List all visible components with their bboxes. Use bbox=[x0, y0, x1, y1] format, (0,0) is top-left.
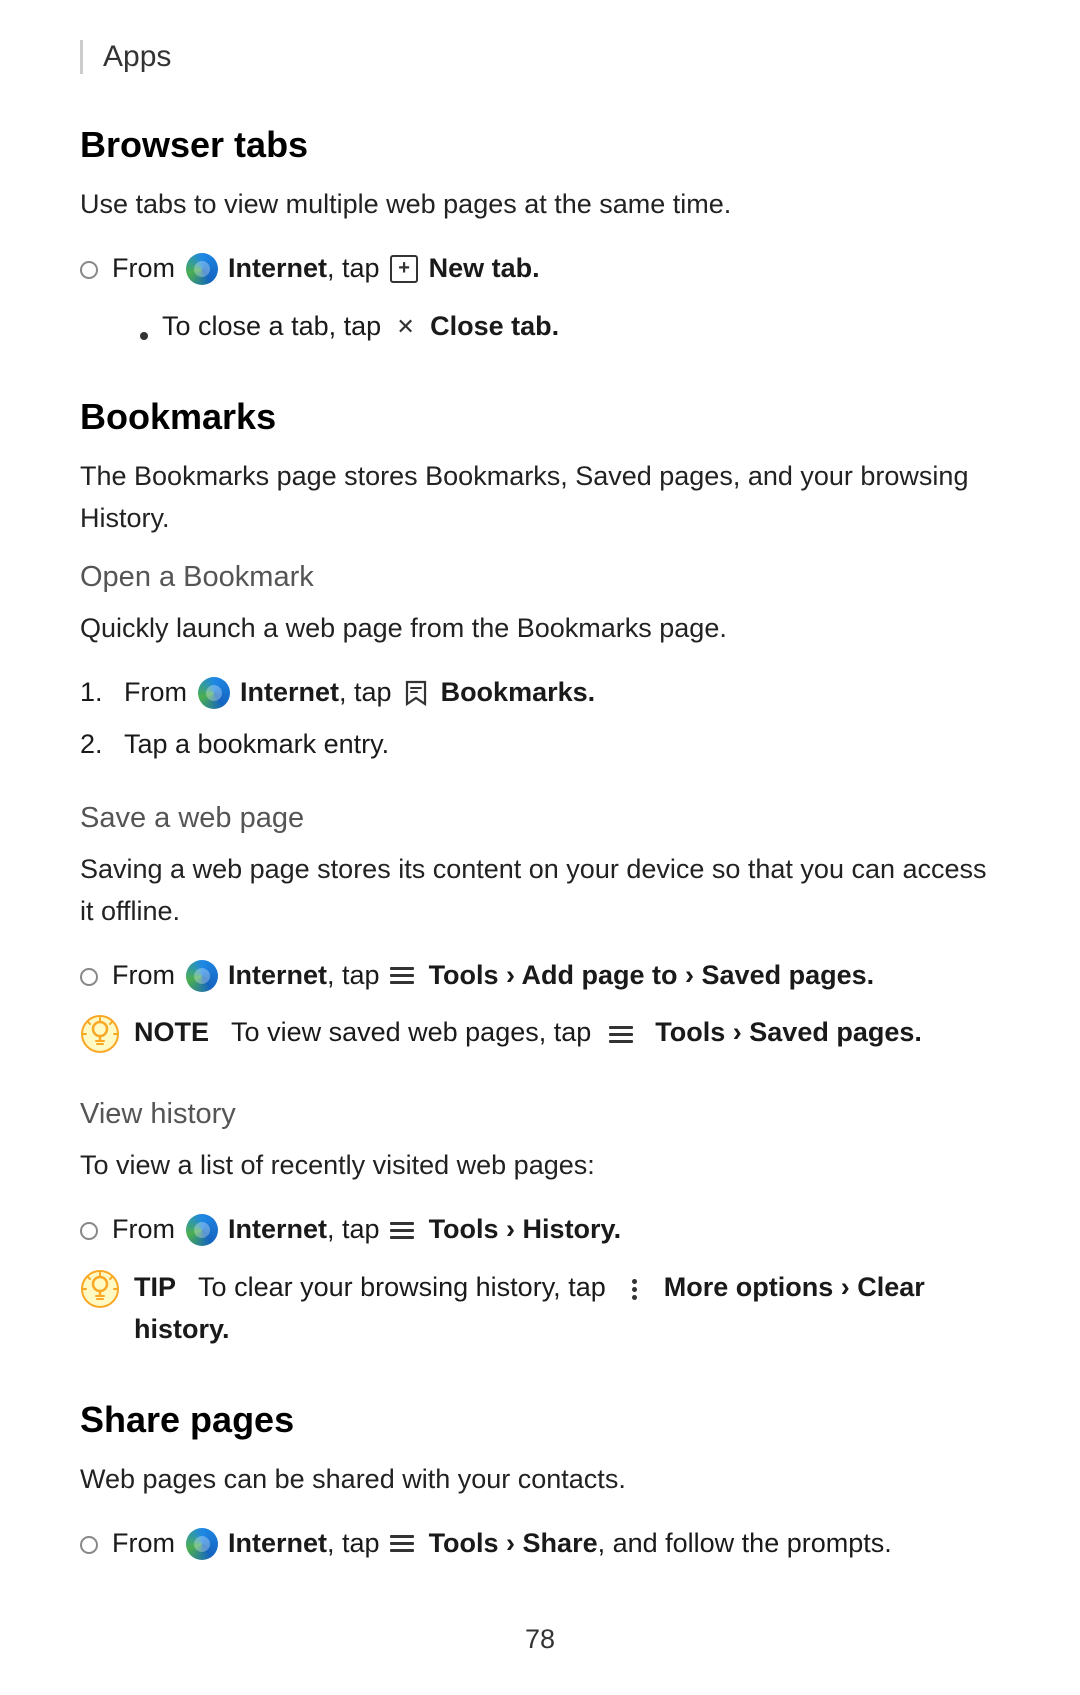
internet-icon-1 bbox=[186, 253, 218, 285]
internet-icon-4 bbox=[186, 1214, 218, 1246]
bookmarks-description: The Bookmarks page stores Bookmarks, Sav… bbox=[80, 456, 1000, 540]
hamburger-icon-3 bbox=[390, 1216, 418, 1244]
circle-bullet-icon-4 bbox=[80, 1525, 98, 1567]
view-history-step1: From Internet , tap Tools › History. bbox=[80, 1209, 1000, 1253]
share-pages-description: Web pages can be shared with your contac… bbox=[80, 1459, 1000, 1501]
share-pages-step1-content: From Internet , tap Tools › Share , and … bbox=[112, 1523, 892, 1565]
bookmark-icon bbox=[402, 679, 430, 707]
dots-icon bbox=[625, 1275, 645, 1303]
plus-icon: + bbox=[390, 255, 418, 283]
internet-icon-2 bbox=[198, 677, 230, 709]
view-history-description: To view a list of recently visited web p… bbox=[80, 1145, 1000, 1187]
open-bookmark-step2: 2. Tap a bookmark entry. bbox=[80, 724, 1000, 766]
bookmarks-section: Bookmarks The Bookmarks page stores Book… bbox=[80, 396, 1000, 1351]
browser-tabs-step1: From Internet , tap + New tab. bbox=[80, 248, 1000, 292]
browser-tabs-substep1-content: To close a tab, tap ✕ Close tab. bbox=[162, 306, 559, 348]
lightbulb-icon-2 bbox=[80, 1269, 120, 1317]
share-pages-section: Share pages Web pages can be shared with… bbox=[80, 1399, 1000, 1567]
dot-bullet-icon bbox=[140, 316, 148, 348]
view-history-subtitle: View history bbox=[80, 1098, 1000, 1131]
save-webpage-step1: From Internet , tap Tools › Add page to … bbox=[80, 955, 1000, 999]
save-webpage-subtitle: Save a web page bbox=[80, 802, 1000, 835]
note-box-1: NOTE To view saved web pages, tap Tools … bbox=[80, 1012, 1000, 1062]
save-webpage-description: Saving a web page stores its content on … bbox=[80, 849, 1000, 933]
browser-tabs-description: Use tabs to view multiple web pages at t… bbox=[80, 184, 1000, 226]
open-bookmark-step1: 1. From Internet , tap Bookmarks. bbox=[80, 672, 1000, 714]
tip-text-1: TIP To clear your browsing history, tap … bbox=[134, 1267, 1000, 1351]
lightbulb-icon-1 bbox=[80, 1014, 120, 1062]
step2-number: 2. bbox=[80, 724, 110, 766]
header-title: Apps bbox=[103, 40, 171, 74]
circle-bullet-icon-2 bbox=[80, 957, 98, 999]
hamburger-icon-1 bbox=[390, 962, 418, 990]
view-history-subsection: View history To view a list of recently … bbox=[80, 1098, 1000, 1350]
internet-icon-5 bbox=[186, 1528, 218, 1560]
page-number: 78 bbox=[525, 1624, 555, 1655]
circle-bullet-icon bbox=[80, 250, 98, 292]
hamburger-icon-2 bbox=[609, 1020, 637, 1048]
page-header: Apps bbox=[80, 40, 1000, 74]
step1-number: 1. bbox=[80, 672, 110, 714]
open-bookmark-step1-content: From Internet , tap Bookmarks. bbox=[124, 672, 595, 714]
share-pages-title: Share pages bbox=[80, 1399, 1000, 1441]
share-pages-step1: From Internet , tap Tools › Share , and … bbox=[80, 1523, 1000, 1567]
note-text-1: NOTE To view saved web pages, tap Tools … bbox=[134, 1012, 922, 1054]
browser-tabs-substep1: To close a tab, tap ✕ Close tab. bbox=[140, 306, 1000, 348]
open-bookmark-description: Quickly launch a web page from the Bookm… bbox=[80, 608, 1000, 650]
browser-tabs-title: Browser tabs bbox=[80, 124, 1000, 166]
view-history-step1-content: From Internet , tap Tools › History. bbox=[112, 1209, 621, 1251]
save-webpage-step1-content: From Internet , tap Tools › Add page to … bbox=[112, 955, 874, 997]
browser-tabs-section: Browser tabs Use tabs to view multiple w… bbox=[80, 124, 1000, 348]
hamburger-icon-4 bbox=[390, 1530, 418, 1558]
tip-box-1: TIP To clear your browsing history, tap … bbox=[80, 1267, 1000, 1351]
x-icon: ✕ bbox=[392, 313, 420, 341]
open-bookmark-step2-text: Tap a bookmark entry. bbox=[124, 724, 389, 766]
bookmarks-title: Bookmarks bbox=[80, 396, 1000, 438]
save-webpage-subsection: Save a web page Saving a web page stores… bbox=[80, 802, 1000, 1063]
browser-tabs-step1-content: From Internet , tap + New tab. bbox=[112, 248, 540, 290]
circle-bullet-icon-3 bbox=[80, 1211, 98, 1253]
open-bookmark-subtitle: Open a Bookmark bbox=[80, 561, 1000, 594]
internet-icon-3 bbox=[186, 960, 218, 992]
open-bookmark-subsection: Open a Bookmark Quickly launch a web pag… bbox=[80, 561, 1000, 766]
